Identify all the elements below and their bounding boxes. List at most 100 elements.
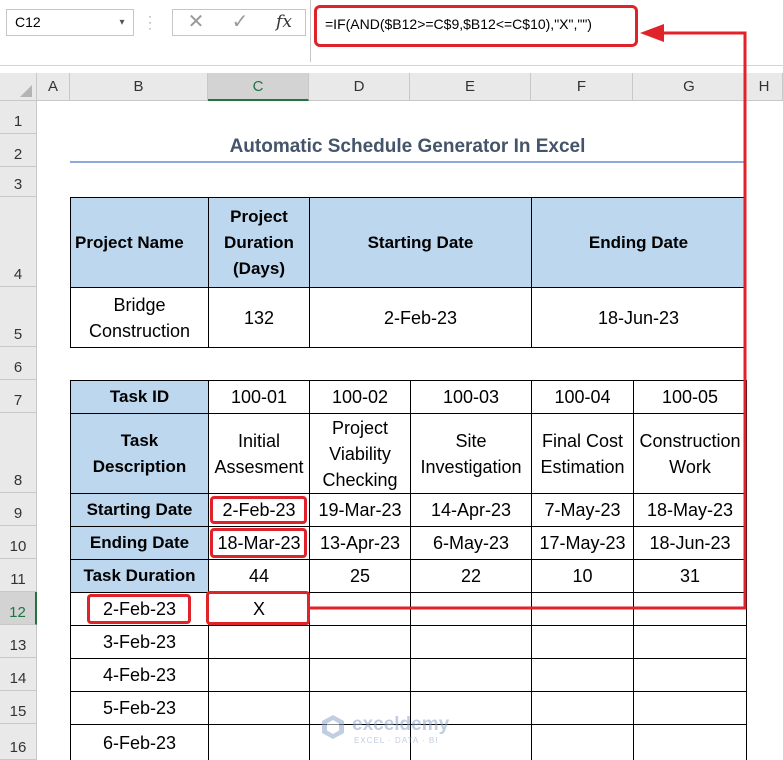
schedule-cell[interactable]: [309, 592, 411, 626]
header-project-name[interactable]: Project Name: [70, 197, 209, 288]
row-header-5[interactable]: 5: [0, 287, 37, 347]
column-header-a[interactable]: A: [37, 73, 70, 101]
enter-icon[interactable]: ✓: [225, 10, 255, 35]
task-duration-cell[interactable]: 22: [410, 559, 532, 593]
name-box-dropdown-icon[interactable]: ▾: [115, 10, 129, 35]
task-id-cell[interactable]: 100-01: [208, 380, 310, 414]
task-description-cell[interactable]: Project Viability Checking: [309, 413, 411, 494]
task-duration-cell[interactable]: 44: [208, 559, 310, 593]
name-box-value: C12: [15, 14, 41, 30]
column-header-c[interactable]: C: [208, 73, 309, 101]
schedule-cell-c12[interactable]: X: [208, 592, 310, 626]
task-id-cell[interactable]: 100-02: [309, 380, 411, 414]
schedule-date-cell[interactable]: 4-Feb-23: [70, 658, 209, 692]
title-underline: [70, 161, 745, 163]
column-header-f[interactable]: F: [531, 73, 633, 101]
insert-function-icon[interactable]: fx: [269, 10, 299, 35]
schedule-cell[interactable]: [531, 658, 634, 692]
row-header-15[interactable]: 15: [0, 691, 37, 724]
task-id-cell[interactable]: 100-05: [633, 380, 747, 414]
project-start-value[interactable]: 2-Feb-23: [309, 287, 532, 348]
watermark-name: exceldemy: [352, 714, 450, 735]
label-task-description[interactable]: Task Description: [70, 413, 209, 494]
task-description-cell[interactable]: Initial Assesment: [208, 413, 310, 494]
row-header-10[interactable]: 10: [0, 526, 37, 559]
row-header-12[interactable]: 12: [0, 592, 37, 625]
task-id-cell[interactable]: 100-04: [531, 380, 634, 414]
project-name-value[interactable]: Bridge Construction: [70, 287, 209, 348]
schedule-cell[interactable]: [309, 658, 411, 692]
task-end-cell[interactable]: 17-May-23: [531, 526, 634, 560]
label-starting-date[interactable]: Starting Date: [70, 493, 209, 527]
task-duration-cell[interactable]: 10: [531, 559, 634, 593]
more-options-icon[interactable]: · · ·: [146, 10, 154, 34]
row-header-9[interactable]: 9: [0, 493, 37, 526]
schedule-cell[interactable]: [410, 625, 532, 659]
task-start-cell[interactable]: 18-May-23: [633, 493, 747, 527]
select-all-button[interactable]: [0, 73, 37, 101]
label-task-duration[interactable]: Task Duration: [70, 559, 209, 593]
row-header-8[interactable]: 8: [0, 413, 37, 493]
row-header-6[interactable]: 6: [0, 347, 37, 380]
project-duration-value[interactable]: 132: [208, 287, 310, 348]
row-header-2[interactable]: 2: [0, 134, 37, 167]
schedule-date-cell[interactable]: 3-Feb-23: [70, 625, 209, 659]
task-duration-cell[interactable]: 25: [309, 559, 411, 593]
schedule-cell[interactable]: [633, 592, 747, 626]
column-header-d[interactable]: D: [309, 73, 410, 101]
task-end-cell[interactable]: 6-May-23: [410, 526, 532, 560]
row-header-1[interactable]: 1: [0, 101, 37, 134]
task-start-cell[interactable]: 2-Feb-23: [208, 493, 310, 527]
task-end-cell[interactable]: 18-Jun-23: [633, 526, 747, 560]
project-end-value[interactable]: 18-Jun-23: [531, 287, 746, 348]
header-starting-date[interactable]: Starting Date: [309, 197, 532, 288]
formula-highlight-box: [314, 5, 638, 47]
schedule-cell[interactable]: [531, 592, 634, 626]
sheet-title[interactable]: Automatic Schedule Generator In Excel: [70, 133, 745, 161]
task-duration-cell[interactable]: 31: [633, 559, 747, 593]
row-header-13[interactable]: 13: [0, 625, 37, 658]
task-start-cell[interactable]: 19-Mar-23: [309, 493, 411, 527]
label-ending-date[interactable]: Ending Date: [70, 526, 209, 560]
task-end-cell[interactable]: 13-Apr-23: [309, 526, 411, 560]
task-start-cell[interactable]: 14-Apr-23: [410, 493, 532, 527]
column-header-e[interactable]: E: [410, 73, 531, 101]
task-end-cell[interactable]: 18-Mar-23: [208, 526, 310, 560]
header-project-duration[interactable]: Project Duration (Days): [208, 197, 310, 288]
schedule-cell[interactable]: [208, 625, 310, 659]
schedule-cell[interactable]: [208, 691, 310, 725]
column-header-b[interactable]: B: [70, 73, 208, 101]
column-header-h[interactable]: H: [746, 73, 783, 101]
row-header-4[interactable]: 4: [0, 197, 37, 287]
schedule-date-cell[interactable]: 6-Feb-23: [70, 724, 209, 760]
task-start-cell[interactable]: 7-May-23: [531, 493, 634, 527]
row-header-7[interactable]: 7: [0, 380, 37, 413]
row-header-16[interactable]: 16: [0, 724, 37, 760]
row-header-3[interactable]: 3: [0, 167, 37, 197]
schedule-cell[interactable]: [633, 658, 747, 692]
schedule-cell[interactable]: [410, 592, 532, 626]
header-ending-date[interactable]: Ending Date: [531, 197, 746, 288]
column-header-g[interactable]: G: [633, 73, 746, 101]
schedule-cell[interactable]: [208, 658, 310, 692]
schedule-cell[interactable]: [633, 691, 747, 725]
formula-buttons: ✕ ✓ fx: [172, 9, 306, 36]
schedule-cell[interactable]: [410, 658, 532, 692]
schedule-cell[interactable]: [309, 625, 411, 659]
schedule-cell[interactable]: [531, 724, 634, 760]
schedule-cell[interactable]: [633, 724, 747, 760]
schedule-cell[interactable]: [531, 625, 634, 659]
schedule-date-cell[interactable]: 5-Feb-23: [70, 691, 209, 725]
cancel-icon[interactable]: ✕: [181, 10, 211, 35]
row-header-11[interactable]: 11: [0, 559, 37, 592]
task-id-cell[interactable]: 100-03: [410, 380, 532, 414]
schedule-cell[interactable]: [531, 691, 634, 725]
label-task-id[interactable]: Task ID: [70, 380, 209, 414]
task-description-cell[interactable]: Site Investigation: [410, 413, 532, 494]
schedule-date-cell[interactable]: 2-Feb-23: [70, 592, 209, 626]
schedule-cell[interactable]: [208, 724, 310, 760]
task-description-cell[interactable]: Construction Work: [633, 413, 747, 494]
row-header-14[interactable]: 14: [0, 658, 37, 691]
schedule-cell[interactable]: [633, 625, 747, 659]
task-description-cell[interactable]: Final Cost Estimation: [531, 413, 634, 494]
